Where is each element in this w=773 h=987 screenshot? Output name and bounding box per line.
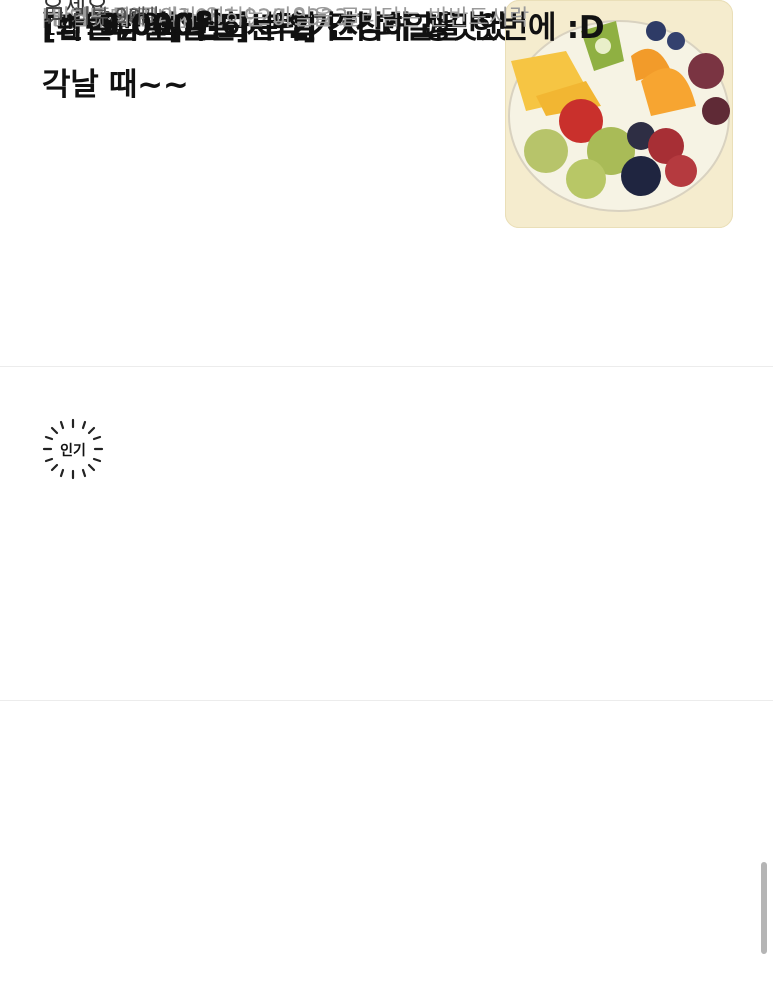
review-label: 리뷰 9개 (72, 4, 147, 28)
popular-badge: 인기 (42, 418, 104, 480)
speech-bubble-icon (46, 6, 62, 24)
menu-item-half-half[interactable] (0, 701, 773, 987)
review-count[interactable]: 리뷰 9개 (44, 0, 146, 29)
badge-label: 인기 (60, 442, 86, 459)
scrollbar-thumb[interactable] (761, 862, 767, 954)
menu-item-fruit-box[interactable] (0, 367, 773, 701)
